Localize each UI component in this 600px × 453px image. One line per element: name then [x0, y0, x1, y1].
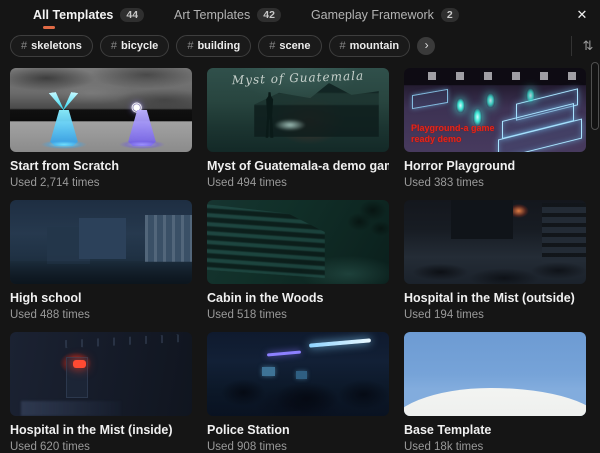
template-card-horror-playground[interactable]: Playground-a game ready demo Horror Play… [404, 68, 586, 190]
template-title: Cabin in the Woods [207, 291, 389, 305]
template-title: Hospital in the Mist (inside) [10, 423, 192, 437]
thumbnail-cabin-in-the-woods [207, 200, 389, 284]
template-usage-count: Used 18k times [404, 440, 586, 453]
template-title: Police Station [207, 423, 389, 437]
filter-chip-label: scene [279, 40, 310, 52]
thumbnail-hospital-outside [404, 200, 586, 284]
template-library-panel: All Templates 44 Art Templates 42 Gameplay F… [0, 0, 600, 453]
template-grid: ◉ Start from Scratch Used 2,714 times Mys… [10, 68, 600, 453]
filter-chip-label: bicycle [121, 40, 158, 52]
template-usage-count: Used 383 times [404, 176, 586, 190]
thumbnail-horror-playground: Playground-a game ready demo [404, 68, 586, 152]
template-card-base-template[interactable]: Base Template Used 18k times [404, 332, 586, 453]
wall-pictures [414, 72, 576, 80]
flashlight-beam [274, 119, 306, 131]
building-silhouette [79, 218, 126, 258]
filter-chips: # skeletons # bicycle # building # scene # mounta… [10, 35, 410, 57]
tab-art-templates[interactable]: Art Templates 42 [174, 0, 281, 30]
thumbnail-overlay-text: Playground-a game ready demo [411, 123, 495, 144]
template-usage-count: Used 518 times [207, 308, 389, 322]
template-usage-count: Used 908 times [207, 440, 389, 453]
tab-count-badge: 44 [120, 8, 144, 23]
hash-prefix: # [340, 40, 346, 52]
portal-wing-icon [63, 91, 79, 113]
filter-bar: # skeletons # bicycle # building # scene # mounta… [0, 30, 600, 62]
filter-chip-label: mountain [350, 40, 400, 52]
tab-label: All Templates [33, 8, 113, 22]
template-usage-count: Used 494 times [207, 176, 389, 190]
thumbnail-high-school [10, 200, 192, 284]
cabin-silhouette [207, 204, 325, 279]
hash-prefix: # [269, 40, 275, 52]
template-title: High school [10, 291, 192, 305]
template-usage-count: Used 488 times [10, 308, 192, 322]
template-usage-count: Used 620 times [10, 440, 192, 453]
tabs-bar: All Templates 44 Art Templates 42 Gameplay F… [0, 0, 600, 30]
template-title: Horror Playground [404, 159, 586, 173]
filter-chip-label: skeletons [31, 40, 82, 52]
thumbnail-overlay-text: Myst of Guatemala [211, 68, 385, 88]
chips-expand-button[interactable]: › [417, 37, 435, 55]
thumbnail-base-template [404, 332, 586, 416]
template-card-high-school[interactable]: High school Used 488 times [10, 200, 192, 322]
filter-chip-bicycle[interactable]: # bicycle [100, 35, 169, 57]
filter-chip-scene[interactable]: # scene [258, 35, 321, 57]
ceiling-light [267, 351, 301, 357]
template-title: Start from Scratch [10, 159, 192, 173]
tree-silhouette [335, 200, 389, 252]
divider [571, 36, 572, 56]
thumbnail-hospital-inside [10, 332, 192, 416]
template-card-hospital-in-the-mist-inside[interactable]: Hospital in the Mist (inside) Used 620 ti… [10, 332, 192, 453]
chevron-right-icon: › [425, 39, 429, 51]
hash-prefix: # [187, 40, 193, 52]
sort-button[interactable]: ⇅ [578, 38, 596, 54]
scrollbar-thumb[interactable] [591, 62, 599, 130]
ceiling-light [309, 338, 371, 347]
portal-wing-icon [49, 91, 65, 113]
thumbnail-start-from-scratch: ◉ [10, 68, 192, 152]
close-button[interactable]: ✕ [570, 3, 594, 27]
filter-chip-building[interactable]: # building [176, 35, 251, 57]
glowing-figure [526, 88, 535, 103]
thumbnail-myst-of-guatemala: Myst of Guatemala [207, 68, 389, 152]
snow-ground [404, 388, 586, 416]
tab-gameplay-framework[interactable]: Gameplay Framework 2 [311, 0, 459, 30]
template-card-cabin-in-the-woods[interactable]: Cabin in the Woods Used 518 times [207, 200, 389, 322]
filter-chip-skeletons[interactable]: # skeletons [10, 35, 93, 57]
template-card-myst-of-guatemala-a-demo-game[interactable]: Myst of Guatemala Myst of Guatemala-a de… [207, 68, 389, 190]
template-title: Base Template [404, 423, 586, 437]
close-icon: ✕ [577, 7, 588, 23]
tab-all-templates[interactable]: All Templates 44 [33, 0, 144, 30]
hash-prefix: # [111, 40, 117, 52]
template-usage-count: Used 194 times [404, 308, 586, 322]
building-silhouette [145, 215, 192, 262]
template-card-police-station[interactable]: Police Station Used 908 times [207, 332, 389, 453]
template-card-hospital-in-the-mist-outside[interactable]: Hospital in the Mist (outside) Used 194 t… [404, 200, 586, 322]
sort-icon: ⇅ [583, 38, 594, 53]
thumbnail-police-station [207, 332, 389, 416]
monitor-glow [262, 367, 275, 376]
tabs-nav: All Templates 44 Art Templates 42 Gameplay F… [33, 0, 459, 30]
wireframe-table [412, 89, 448, 109]
glowing-figure [456, 98, 465, 113]
filter-chip-mountain[interactable]: # mountain [329, 35, 411, 57]
template-title: Myst of Guatemala-a demo game [207, 159, 389, 173]
red-glow-sign [73, 360, 86, 368]
glowing-figure [486, 93, 495, 108]
tab-label: Art Templates [174, 8, 250, 22]
filter-chip-label: building [197, 40, 240, 52]
tab-count-badge: 42 [257, 8, 281, 23]
tab-label: Gameplay Framework [311, 8, 434, 22]
active-tab-indicator [43, 26, 55, 29]
sort-area: ⇅ [571, 36, 596, 56]
template-usage-count: Used 2,714 times [10, 176, 192, 190]
hash-prefix: # [21, 40, 27, 52]
template-title: Hospital in the Mist (outside) [404, 291, 586, 305]
tab-count-badge: 2 [441, 8, 459, 23]
template-card-start-from-scratch[interactable]: ◉ Start from Scratch Used 2,714 times [10, 68, 192, 190]
